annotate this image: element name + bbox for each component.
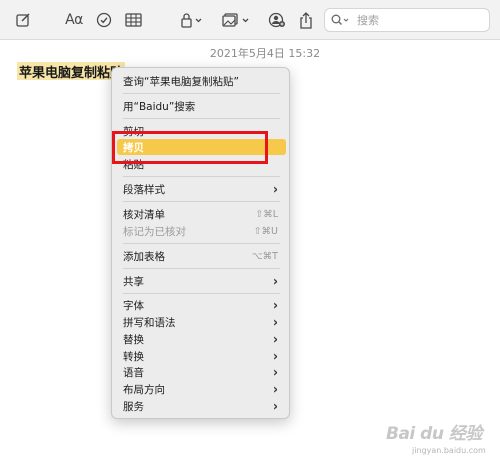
menu-item-font[interactable]: 字体 › bbox=[117, 297, 286, 313]
font-label: Aα bbox=[65, 12, 83, 28]
menu-separator bbox=[123, 118, 280, 119]
menu-separator bbox=[123, 201, 280, 202]
menu-item-substitutions[interactable]: 替换 › bbox=[117, 331, 286, 347]
font-icon[interactable]: Aα bbox=[62, 9, 86, 31]
toolbar: Aα 搜索 bbox=[0, 0, 500, 40]
menu-item-paragraph-style[interactable]: 段落样式 › bbox=[117, 181, 286, 197]
menu-item-layout-direction[interactable]: 布局方向 › bbox=[117, 381, 286, 397]
media-icon[interactable] bbox=[220, 9, 254, 31]
menu-item-lookup[interactable]: 查询“苹果电脑复制粘贴” bbox=[117, 73, 286, 89]
note-timestamp: 2021年5月4日 15:32 bbox=[209, 47, 321, 60]
menu-separator bbox=[123, 268, 280, 269]
search-field[interactable]: 搜索 bbox=[324, 8, 490, 32]
share-icon[interactable] bbox=[296, 9, 316, 31]
menu-separator bbox=[123, 176, 280, 177]
watermark: Bai du 经验 jingyan.baidu.com bbox=[386, 419, 496, 463]
menu-separator bbox=[123, 93, 280, 94]
shortcut-label: ⌥⌘T bbox=[251, 250, 278, 262]
chevron-right-icon: › bbox=[273, 348, 278, 364]
chevron-right-icon: › bbox=[273, 398, 278, 414]
search-placeholder: 搜索 bbox=[357, 14, 379, 27]
search-icon bbox=[331, 11, 351, 30]
menu-item-spelling-grammar[interactable]: 拼写和语法 › bbox=[117, 314, 286, 330]
chevron-right-icon: › bbox=[273, 181, 278, 197]
menu-item-services[interactable]: 服务 › bbox=[117, 398, 286, 414]
context-menu: 查询“苹果电脑复制粘贴” 用“Baidu”搜索 剪切 拷贝 粘贴 段落样式 › 核… bbox=[111, 67, 290, 419]
note-title-selected[interactable]: 苹果电脑复制粘贴 bbox=[17, 62, 126, 81]
collaborate-icon[interactable] bbox=[266, 9, 288, 31]
chevron-right-icon: › bbox=[273, 297, 278, 313]
chevron-right-icon: › bbox=[273, 314, 278, 330]
table-icon[interactable] bbox=[122, 9, 144, 31]
chevron-right-icon: › bbox=[273, 331, 278, 347]
menu-item-checklist[interactable]: 核对清单 ⇧⌘L bbox=[117, 206, 286, 222]
menu-item-search-baidu[interactable]: 用“Baidu”搜索 bbox=[117, 98, 286, 114]
chevron-right-icon: › bbox=[273, 364, 278, 380]
menu-item-mark-checked: 标记为已核对 ⇧⌘U bbox=[123, 225, 278, 238]
shortcut-label: ⇧⌘U bbox=[253, 225, 278, 237]
compose-icon[interactable] bbox=[12, 9, 34, 31]
lock-icon[interactable] bbox=[177, 9, 207, 31]
annotation-highlight-box bbox=[112, 131, 268, 164]
watermark-logo: Bai du 经验 bbox=[386, 424, 482, 444]
menu-item-share[interactable]: 共享 › bbox=[117, 273, 286, 289]
watermark-url: jingyan.baidu.com bbox=[412, 446, 486, 455]
chevron-right-icon: › bbox=[273, 273, 278, 289]
menu-separator bbox=[123, 293, 280, 294]
checklist-icon[interactable] bbox=[93, 9, 115, 31]
menu-item-transformations[interactable]: 转换 › bbox=[117, 348, 286, 364]
menu-item-add-table[interactable]: 添加表格 ⌥⌘T bbox=[117, 248, 286, 264]
menu-item-speech[interactable]: 语音 › bbox=[117, 364, 286, 380]
shortcut-label: ⇧⌘L bbox=[255, 208, 278, 220]
menu-separator bbox=[123, 243, 280, 244]
chevron-right-icon: › bbox=[273, 381, 278, 397]
